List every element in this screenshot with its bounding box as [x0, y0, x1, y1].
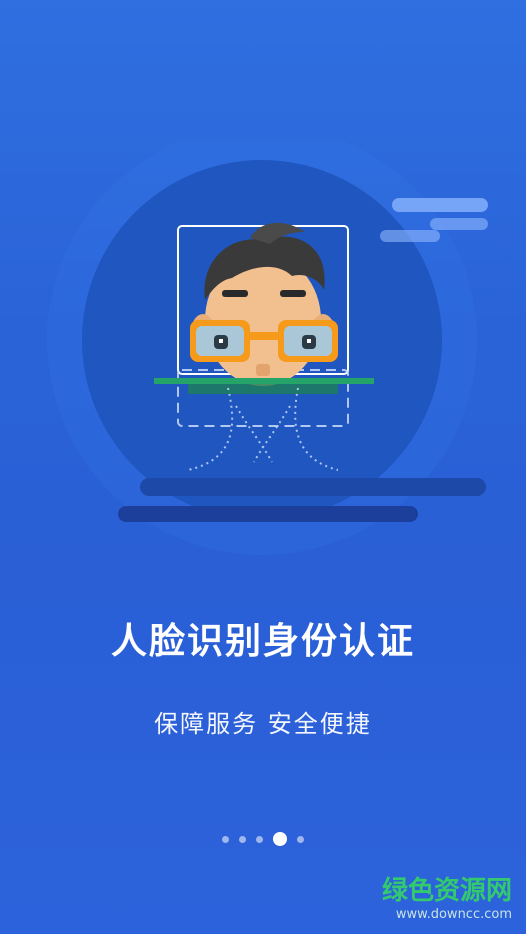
page-dot-4-active[interactable]: [273, 832, 287, 846]
right-eyebrow: [280, 290, 306, 297]
page-dot-1[interactable]: [222, 835, 229, 843]
onboarding-screen: 人脸识别身份认证 保障服务 安全便捷 绿色资源网 www.downcc.com: [0, 0, 526, 934]
watermark-brand: 绿色资源网: [381, 876, 512, 906]
scan-shadow: [188, 384, 338, 394]
page-dot-2[interactable]: [239, 835, 246, 843]
intro-subtitle: 保障服务 安全便捷: [154, 710, 372, 738]
bottom-stripe-front: [140, 478, 486, 496]
intro-title: 人脸识别身份认证: [110, 621, 415, 662]
page-dot-3[interactable]: [256, 835, 263, 843]
left-eyebrow: [222, 290, 248, 297]
watermark-url: www.downcc.com: [395, 907, 512, 922]
watermark: 绿色资源网 www.downcc.com: [382, 870, 512, 922]
face-recognition-svg: [47, 140, 488, 555]
nose: [256, 364, 270, 376]
bottom-stripe-back: [118, 506, 418, 522]
scan-line: [154, 378, 374, 384]
pagination-dots: [0, 832, 526, 846]
page-dot-5[interactable]: [297, 835, 304, 843]
face-recognition-illustration: [0, 140, 526, 560]
